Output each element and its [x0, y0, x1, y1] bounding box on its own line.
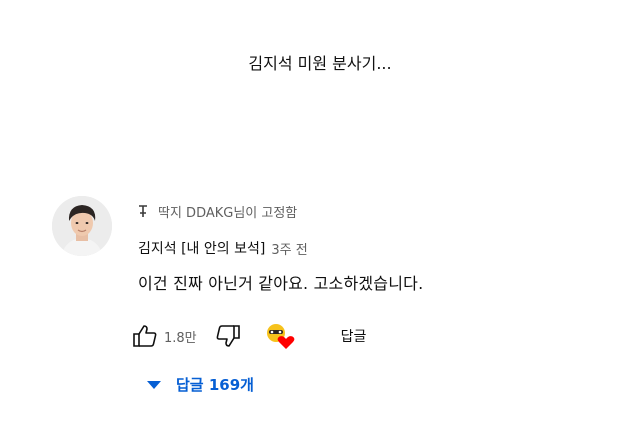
like-button[interactable]	[132, 324, 158, 348]
comment-time[interactable]: 3주 전	[271, 239, 307, 258]
video-caption: 김지석 미원 분사기...	[248, 54, 392, 73]
replies-toggle-label: 답글 169개	[176, 376, 254, 394]
comment-author[interactable]: 김지석 [내 안의 보석]	[138, 238, 265, 258]
avatar[interactable]	[52, 196, 112, 256]
like-count: 1.8만	[164, 330, 197, 346]
comment-text: 이건 진짜 아닌거 같아요. 고소하겠습니다.	[138, 274, 424, 293]
creator-heart-button[interactable]	[263, 322, 297, 350]
reply-button[interactable]: 답글	[341, 326, 367, 346]
replies-toggle-button[interactable]: 답글 169개	[146, 374, 254, 395]
pinned-text: 딱지 DDAKG님이 고정함	[158, 206, 298, 221]
comment-header: 김지석 [내 안의 보석] 3주 전	[138, 238, 308, 258]
pinned-badge: 딱지 DDAKG님이 고정함	[138, 202, 297, 221]
thumb-up-icon	[133, 325, 157, 347]
comment-toolbar: 1.8만 답글	[132, 318, 366, 354]
avatar-image	[52, 196, 112, 256]
chevron-down-icon	[146, 380, 162, 390]
pin-icon	[138, 205, 150, 218]
thumb-down-icon	[216, 325, 240, 347]
dislike-button[interactable]	[215, 324, 241, 348]
creator-heart-icon	[266, 324, 295, 349]
